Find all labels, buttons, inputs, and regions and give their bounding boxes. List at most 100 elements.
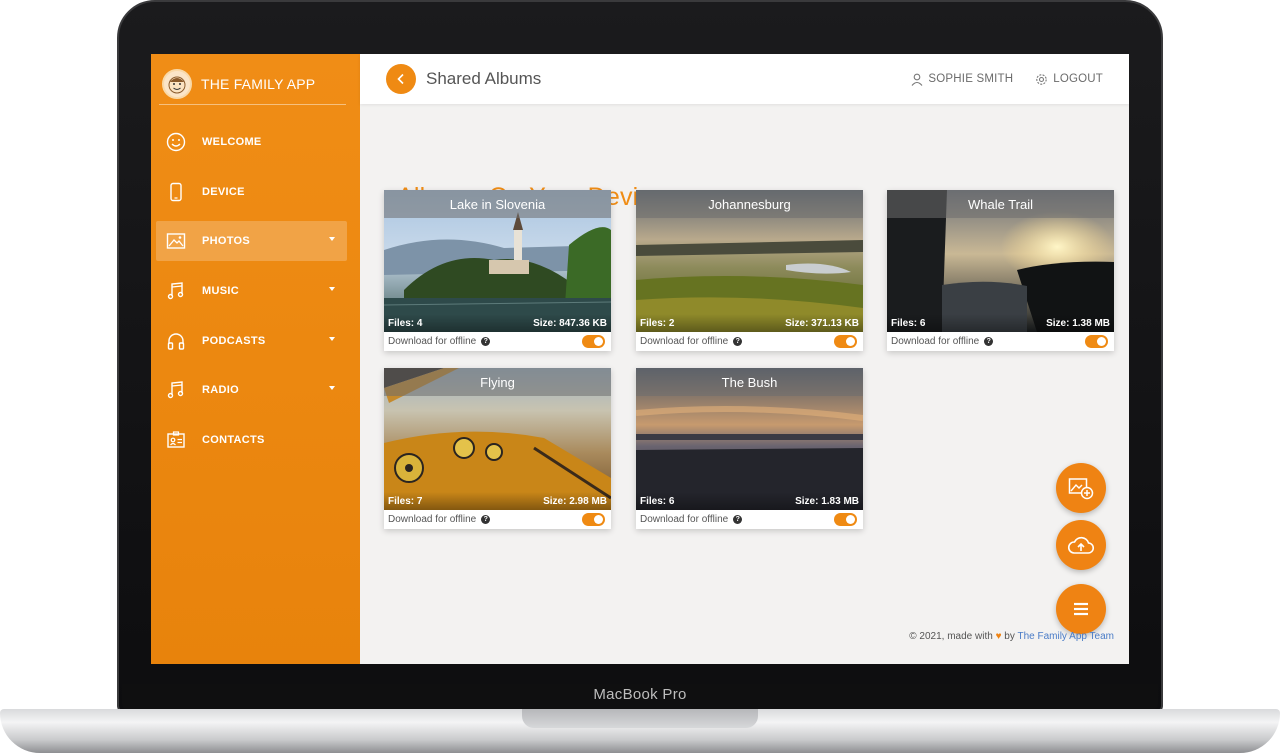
topbar-actions: SOPHIE SMITH LOGOUT <box>889 54 1103 104</box>
chevron-down-icon <box>329 237 335 242</box>
upload-button[interactable] <box>1056 520 1106 570</box>
logout-label: LOGOUT <box>1053 73 1103 85</box>
music-note-icon <box>165 280 187 302</box>
offline-toggle[interactable] <box>834 513 857 526</box>
heart-icon: ♥ <box>995 631 1002 642</box>
album-title: Whale Trail <box>887 190 1114 218</box>
sidebar-item-label: MUSIC <box>202 285 239 298</box>
footer-by: by <box>1004 631 1015 642</box>
album-photo-johannesburg[interactable]: Johannesburg Files: 2 Size: 371.13 KB <box>636 190 863 332</box>
album-card[interactable]: Lake in Slovenia Files: 4 Size: 847.36 K… <box>384 190 611 351</box>
laptop-brand-label: MacBook Pro <box>593 686 687 703</box>
album-stats: Files: 4 Size: 847.36 KB <box>384 314 611 332</box>
offline-toggle[interactable] <box>582 513 605 526</box>
chevron-down-icon <box>329 287 335 292</box>
album-photo-the-bush[interactable]: The Bush Files: 6 Size: 1.83 MB <box>636 368 863 510</box>
headphones-icon <box>165 330 187 352</box>
album-offline-row: Download for offline ? <box>384 510 611 529</box>
album-title: Johannesburg <box>636 190 863 218</box>
logout-link[interactable]: LOGOUT <box>1035 73 1103 86</box>
album-file-count: Files: 6 <box>640 495 675 507</box>
download-offline-label: Download for offline <box>640 514 729 525</box>
album-offline-row: Download for offline ? <box>384 332 611 351</box>
phone-icon <box>165 181 187 203</box>
sidebar-item-label: PHOTOS <box>202 235 251 248</box>
user-profile-link[interactable]: SOPHIE SMITH <box>911 73 1013 86</box>
topbar: Shared Albums SOPHIE SMITH LOGOUT <box>360 54 1129 104</box>
album-size: Size: 1.38 MB <box>1046 317 1110 329</box>
smiley-icon <box>165 131 187 153</box>
gear-icon <box>1036 73 1047 85</box>
sidebar-item-podcasts[interactable]: PODCASTS <box>156 321 347 361</box>
offline-toggle[interactable] <box>834 335 857 348</box>
album-size: Size: 1.83 MB <box>795 495 859 507</box>
album-file-count: Files: 7 <box>388 495 423 507</box>
album-file-count: Files: 4 <box>388 317 423 329</box>
app-name: THE FAMILY APP <box>201 76 316 92</box>
music-note-icon <box>165 379 187 401</box>
album-offline-row: Download for offline ? <box>636 332 863 351</box>
offline-toggle[interactable] <box>1085 335 1108 348</box>
user-name: SOPHIE SMITH <box>928 73 1014 85</box>
help-icon[interactable]: ? <box>481 515 491 524</box>
album-photo-flying[interactable]: Flying Files: 7 Size: 2.98 MB <box>384 368 611 510</box>
download-offline-label: Download for offline <box>388 514 477 525</box>
chevron-down-icon <box>329 386 335 391</box>
album-photo-lake-in-slovenia[interactable]: Lake in Slovenia Files: 4 Size: 847.36 K… <box>384 190 611 332</box>
team-link[interactable]: The Family App Team <box>1017 631 1114 642</box>
album-file-count: Files: 6 <box>891 317 926 329</box>
sidebar-item-music[interactable]: MUSIC <box>156 271 347 311</box>
back-button[interactable] <box>386 64 416 94</box>
sidebar-item-label: RADIO <box>202 384 239 397</box>
album-offline-row: Download for offline ? <box>636 510 863 529</box>
family-app-logo-icon <box>162 69 192 99</box>
album-stats: Files: 6 Size: 1.38 MB <box>887 314 1114 332</box>
footer-credit: © 2021, made with ♥ by The Family App Te… <box>909 631 1114 642</box>
brand[interactable]: THE FAMILY APP <box>159 64 346 105</box>
album-card[interactable]: Flying Files: 7 Size: 2.98 MB Download f… <box>384 368 611 529</box>
sidebar-item-photos[interactable]: PHOTOS <box>156 221 347 262</box>
album-title: Flying <box>384 368 611 396</box>
contact-card-icon <box>165 429 187 451</box>
help-icon[interactable]: ? <box>984 337 994 346</box>
sidebar-item-welcome[interactable]: WELCOME <box>156 122 347 162</box>
menu-icon <box>1074 602 1088 616</box>
album-stats: Files: 2 Size: 371.13 KB <box>636 314 863 332</box>
add-photo-button[interactable] <box>1056 463 1106 513</box>
album-card[interactable]: The Bush Files: 6 Size: 1.83 MB Download… <box>636 368 863 529</box>
album-stats: Files: 6 Size: 1.83 MB <box>636 492 863 510</box>
user-icon <box>911 73 923 86</box>
sidebar-item-label: CONTACTS <box>202 434 265 447</box>
download-offline-label: Download for offline <box>388 336 477 347</box>
sidebar-item-device[interactable]: DEVICE <box>156 172 347 212</box>
cloud-upload-icon <box>1067 536 1095 554</box>
download-offline-label: Download for offline <box>640 336 729 347</box>
album-file-count: Files: 2 <box>640 317 675 329</box>
help-icon[interactable]: ? <box>733 337 743 346</box>
sidebar-item-label: DEVICE <box>202 185 245 198</box>
laptop-notch <box>522 709 758 728</box>
album-card[interactable]: Whale Trail Files: 6 Size: 1.38 MB Downl… <box>887 190 1114 351</box>
page-title: Shared Albums <box>426 69 542 88</box>
download-offline-label: Download for offline <box>891 336 980 347</box>
sidebar-item-label: WELCOME <box>202 136 262 148</box>
sidebar-item-label: PODCASTS <box>202 334 266 347</box>
sidebar: THE FAMILY APP WELCOME DEVICE PHOTOS MUS… <box>151 54 360 664</box>
album-card[interactable]: Johannesburg Files: 2 Size: 371.13 KB Do… <box>636 190 863 351</box>
album-offline-row: Download for offline ? <box>887 332 1114 351</box>
menu-button[interactable] <box>1056 584 1106 634</box>
chevron-left-icon <box>397 73 404 85</box>
sidebar-item-contacts[interactable]: CONTACTS <box>156 420 347 460</box>
chevron-down-icon <box>329 336 335 341</box>
album-title: Lake in Slovenia <box>384 190 611 218</box>
sidebar-nav: WELCOME DEVICE PHOTOS MUSIC PODCASTS RAD… <box>156 122 347 470</box>
help-icon[interactable]: ? <box>733 515 743 524</box>
screen: THE FAMILY APP WELCOME DEVICE PHOTOS MUS… <box>151 54 1129 664</box>
album-photo-whale-trail[interactable]: Whale Trail Files: 6 Size: 1.38 MB <box>887 190 1114 332</box>
album-size: Size: 2.98 MB <box>543 495 607 507</box>
offline-toggle[interactable] <box>582 335 605 348</box>
footer-prefix: © 2021, made with <box>909 631 993 642</box>
album-title: The Bush <box>636 368 863 396</box>
help-icon[interactable]: ? <box>481 337 491 346</box>
sidebar-item-radio[interactable]: RADIO <box>156 370 347 410</box>
